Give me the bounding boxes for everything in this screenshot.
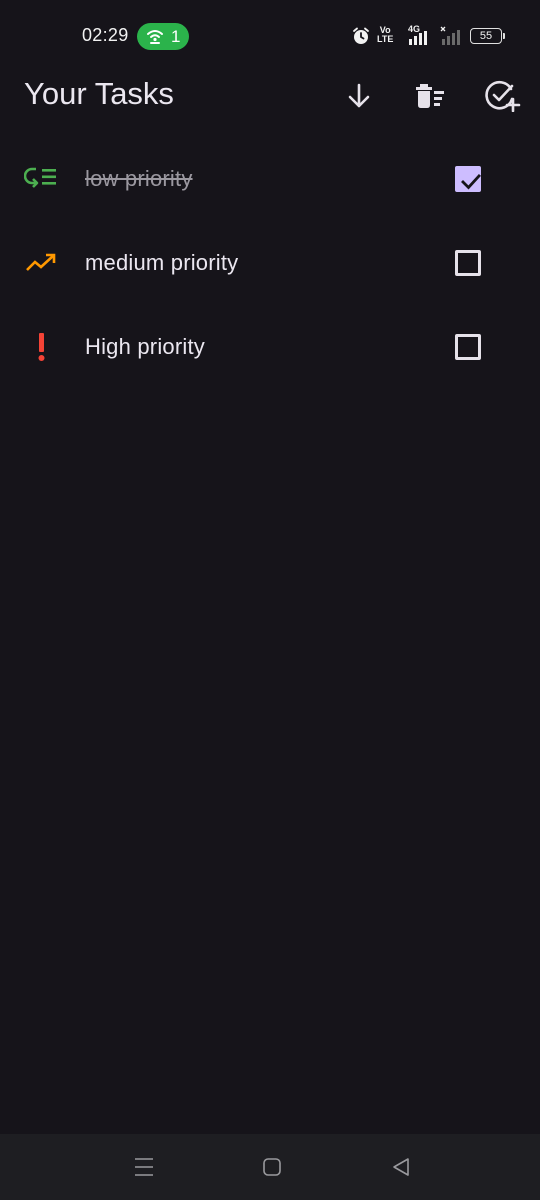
- home-icon: [263, 1158, 281, 1176]
- task-item-low[interactable]: low priority: [0, 137, 540, 221]
- signal-strength-icon: [409, 31, 427, 45]
- signal-no-service-icon: [440, 26, 460, 45]
- task-item-high[interactable]: High priority: [0, 305, 540, 389]
- hotspot-icon: [147, 30, 163, 44]
- system-nav-bar: [0, 1134, 540, 1200]
- priority-high-icon: [24, 333, 60, 361]
- status-time: 02:29: [82, 25, 129, 45]
- task-checkbox[interactable]: [455, 334, 481, 360]
- battery-level: 55: [479, 30, 493, 42]
- volte-bottom-label: LTE: [377, 34, 394, 44]
- task-label: High priority: [85, 334, 205, 359]
- delete-sweep-icon: [416, 84, 444, 108]
- volte-indicator: Vo LTE: [377, 26, 393, 44]
- back-icon: [393, 1158, 409, 1176]
- clear-completed-button[interactable]: [411, 76, 451, 116]
- back-button[interactable]: [383, 1152, 419, 1182]
- hotspot-indicator[interactable]: 1: [137, 23, 189, 50]
- hotspot-count: 1: [171, 27, 181, 46]
- add-task-button[interactable]: [483, 76, 523, 116]
- task-checkbox[interactable]: [455, 250, 481, 276]
- task-label: low priority: [85, 166, 193, 191]
- task-list: low priority medium priority High priori…: [0, 137, 540, 389]
- status-bar: 02:29 1 Vo LTE 4G 55: [0, 0, 540, 72]
- task-label: medium priority: [85, 250, 239, 275]
- low-priority-icon: [24, 165, 60, 193]
- add-task-icon: [485, 80, 521, 112]
- recent-apps-button[interactable]: [126, 1152, 162, 1182]
- alarm-icon: [353, 27, 369, 44]
- task-checkbox[interactable]: [455, 166, 481, 192]
- trending-up-icon: [24, 249, 60, 277]
- battery-indicator: 55: [470, 28, 505, 44]
- page-title: Your Tasks: [24, 76, 174, 111]
- checkmark-icon: [461, 174, 481, 190]
- home-button[interactable]: [254, 1152, 290, 1182]
- app-bar: Your Tasks: [0, 72, 540, 120]
- sort-button[interactable]: [339, 76, 379, 116]
- arrow-down-icon: [348, 83, 370, 108]
- task-item-medium[interactable]: medium priority: [0, 221, 540, 305]
- menu-icon: [135, 1158, 153, 1176]
